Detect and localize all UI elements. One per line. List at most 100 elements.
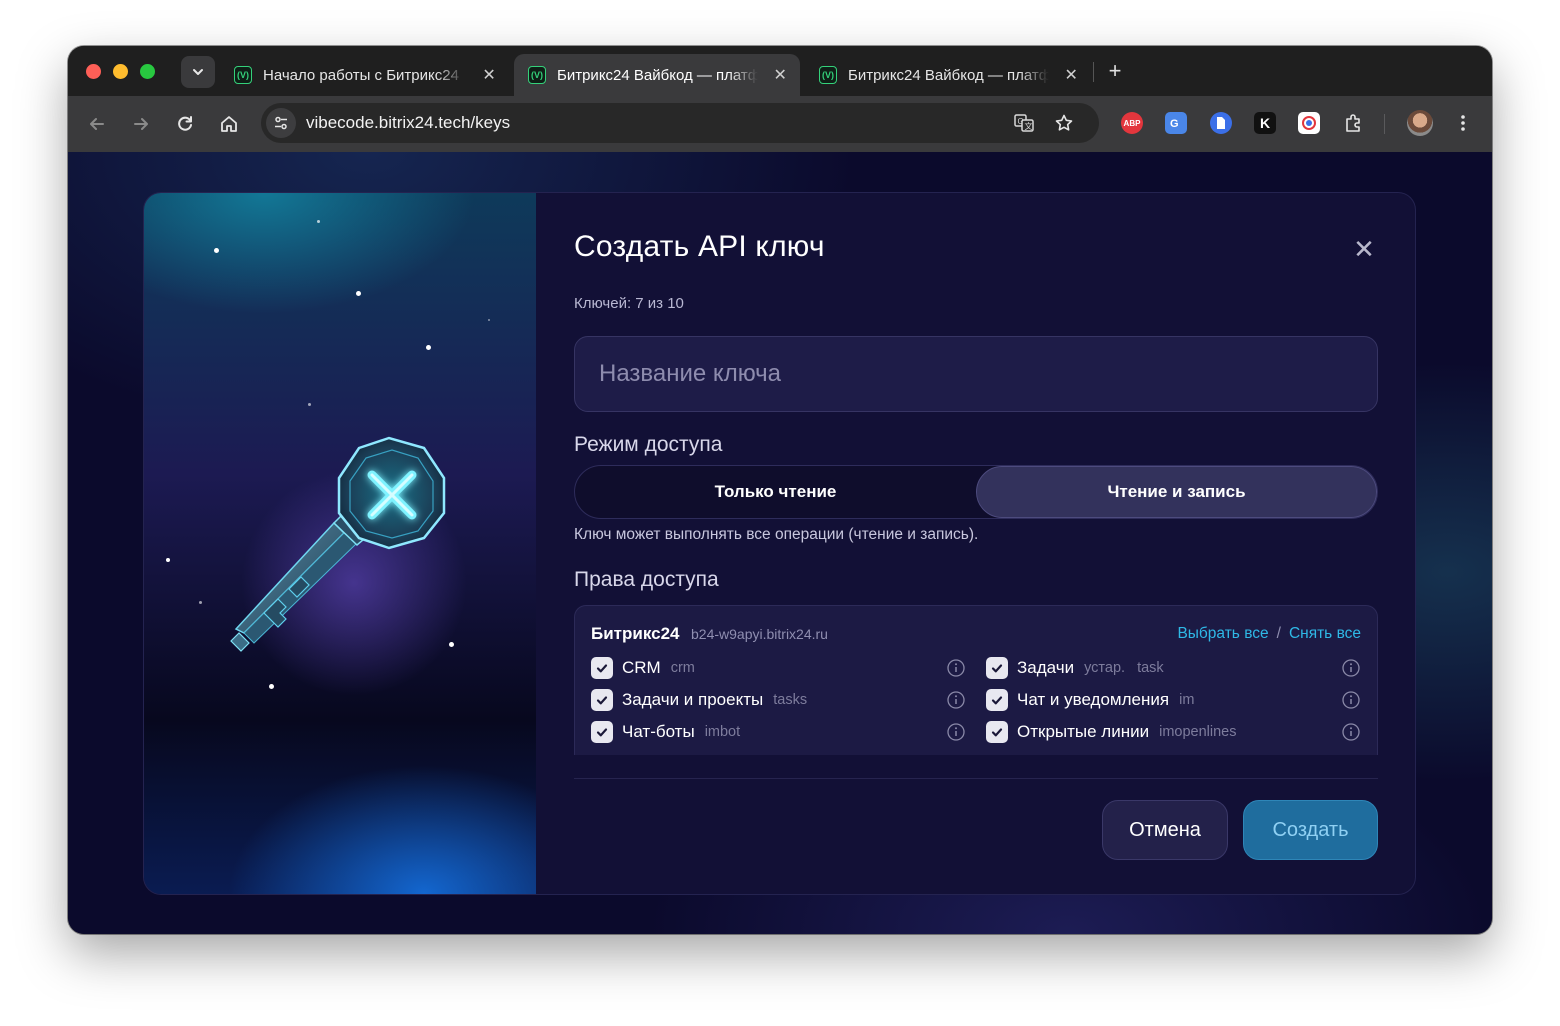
portal-domain: b24-w9apyi.bitrix24.ru	[691, 626, 828, 642]
permission-name: Задачи и проекты	[622, 690, 764, 709]
permission-code: crm	[670, 660, 695, 676]
tab-getting-started[interactable]: (V) Начало работы с Битрикс24 ✕	[220, 54, 509, 96]
home-button[interactable]	[215, 110, 243, 138]
k-extension-icon[interactable]: K	[1254, 112, 1276, 134]
minimize-window-button[interactable]	[113, 64, 128, 79]
check-icon	[596, 696, 608, 705]
bulk-select-actions: Выбрать все / Снять все	[1177, 625, 1361, 643]
permission-crm[interactable]: CRM crm	[591, 656, 695, 680]
tab-search-button[interactable]	[181, 56, 215, 88]
checkbox-checked[interactable]	[591, 721, 613, 743]
arrow-right-icon	[134, 118, 148, 130]
deselect-all-link[interactable]: Снять все	[1289, 625, 1361, 642]
info-icon[interactable]	[946, 658, 966, 678]
vibecode-favicon-icon: (V)	[234, 66, 252, 84]
permission-chatbots[interactable]: Чат-боты imbot	[591, 720, 740, 744]
maximize-window-button[interactable]	[140, 64, 155, 79]
close-tab-icon[interactable]: ✕	[1063, 65, 1079, 85]
select-all-link[interactable]: Выбрать все	[1177, 625, 1268, 642]
translate-icon: G文	[1014, 114, 1034, 132]
extensions-button[interactable]	[1343, 112, 1365, 134]
close-tab-icon[interactable]: ✕	[772, 65, 788, 85]
svg-text:G: G	[1170, 118, 1179, 130]
permission-code: task	[1137, 660, 1164, 676]
permission-code: im	[1179, 692, 1195, 708]
adblock-plus-icon[interactable]: ABP	[1121, 112, 1143, 134]
read-write-option[interactable]: Чтение и запись	[976, 466, 1377, 518]
arrow-left-icon	[90, 118, 104, 130]
info-icon[interactable]	[946, 722, 966, 742]
tab-vibecode[interactable]: (V) Битрикс24 Вайбкод — платформа ✕	[805, 54, 1091, 96]
docs-extension-icon[interactable]	[1210, 112, 1232, 134]
svg-text:文: 文	[1025, 121, 1033, 131]
key-icon	[230, 436, 446, 652]
portal-name: Битрикс24	[591, 624, 680, 643]
close-modal-button[interactable]: ✕	[1352, 236, 1376, 262]
reload-button[interactable]	[171, 110, 199, 138]
modal-content: Создать API ключ ✕ Ключей: 7 из 10 Режим…	[536, 193, 1415, 894]
browser-menu-button[interactable]	[1452, 112, 1474, 134]
profile-avatar[interactable]	[1407, 110, 1433, 136]
tab-title: Начало работы с Битрикс24	[263, 66, 459, 84]
reload-icon	[178, 116, 192, 131]
back-button[interactable]	[83, 110, 111, 138]
info-icon[interactable]	[1341, 722, 1361, 742]
info-icon[interactable]	[1341, 690, 1361, 710]
info-icon[interactable]	[946, 690, 966, 710]
browser-toolbar: vibecode.bitrix24.tech/keys G文 ABP G K	[68, 96, 1492, 152]
new-tab-button[interactable]: +	[1104, 56, 1126, 86]
site-info-button[interactable]	[266, 108, 296, 138]
close-tab-icon[interactable]: ✕	[481, 65, 497, 85]
more-vertical-icon	[1461, 115, 1465, 131]
checkbox-checked[interactable]	[591, 689, 613, 711]
permission-code: imopenlines	[1159, 724, 1237, 740]
create-button[interactable]: Создать	[1243, 800, 1378, 860]
permission-name: Чат и уведомления	[1017, 690, 1170, 709]
puzzle-icon	[1346, 114, 1360, 132]
permission-chat-notifications[interactable]: Чат и уведомления im	[986, 688, 1194, 712]
permission-name: Чат-боты	[622, 722, 695, 741]
legacy-tag: устар.	[1084, 660, 1126, 676]
info-icon[interactable]	[1341, 658, 1361, 678]
page-background: Создать API ключ ✕ Ключей: 7 из 10 Режим…	[68, 152, 1492, 934]
permissions-label: Права доступа	[574, 568, 719, 591]
check-icon	[991, 696, 1003, 705]
checkbox-checked[interactable]	[986, 721, 1008, 743]
permission-name: Открытые линии	[1017, 722, 1150, 741]
permission-open-lines[interactable]: Открытые линии imopenlines	[986, 720, 1237, 744]
close-window-button[interactable]	[86, 64, 101, 79]
check-icon	[991, 728, 1003, 737]
key-count-text: Ключей: 7 из 10	[574, 295, 684, 312]
address-bar[interactable]: vibecode.bitrix24.tech/keys G文	[261, 103, 1099, 143]
chevron-down-icon	[193, 69, 203, 75]
read-only-option[interactable]: Только чтение	[575, 466, 976, 518]
tune-icon	[275, 116, 287, 130]
tab-title: Битрикс24 Вайбкод — платформа	[848, 66, 1050, 84]
tab-title: Битрикс24 Вайбкод — платформа	[557, 66, 759, 84]
checkbox-checked[interactable]	[591, 657, 613, 679]
permission-code: tasks	[773, 692, 808, 708]
tab-vibecode-active[interactable]: (V) Битрикс24 Вайбкод — платформа ✕	[514, 54, 800, 96]
translate-page-button[interactable]: G文	[1011, 110, 1037, 136]
google-translate-icon[interactable]: G	[1165, 112, 1187, 134]
tab-separator	[1093, 62, 1094, 82]
separator-slash: /	[1276, 625, 1281, 642]
document-icon	[1217, 117, 1225, 129]
key-name-input[interactable]	[574, 336, 1378, 412]
permission-tasks-projects[interactable]: Задачи и проекты tasks	[591, 688, 807, 712]
record-icon	[1302, 116, 1316, 130]
permission-code: imbot	[704, 724, 741, 740]
key-illustration-panel	[144, 193, 536, 894]
permission-tasks-legacy[interactable]: Задачи устар. task	[986, 656, 1164, 680]
tab-strip: (V) Начало работы с Битрикс24 ✕ (V) Битр…	[68, 46, 1492, 96]
bookmark-button[interactable]	[1051, 110, 1077, 136]
vibecode-favicon-icon: (V)	[819, 66, 837, 84]
check-icon	[596, 728, 608, 737]
screen-recorder-icon[interactable]	[1298, 112, 1320, 134]
checkbox-checked[interactable]	[986, 689, 1008, 711]
forward-button[interactable]	[127, 110, 155, 138]
cancel-button[interactable]: Отмена	[1102, 800, 1228, 860]
home-icon	[221, 116, 237, 132]
toolbar-separator	[1384, 114, 1385, 134]
checkbox-checked[interactable]	[986, 657, 1008, 679]
